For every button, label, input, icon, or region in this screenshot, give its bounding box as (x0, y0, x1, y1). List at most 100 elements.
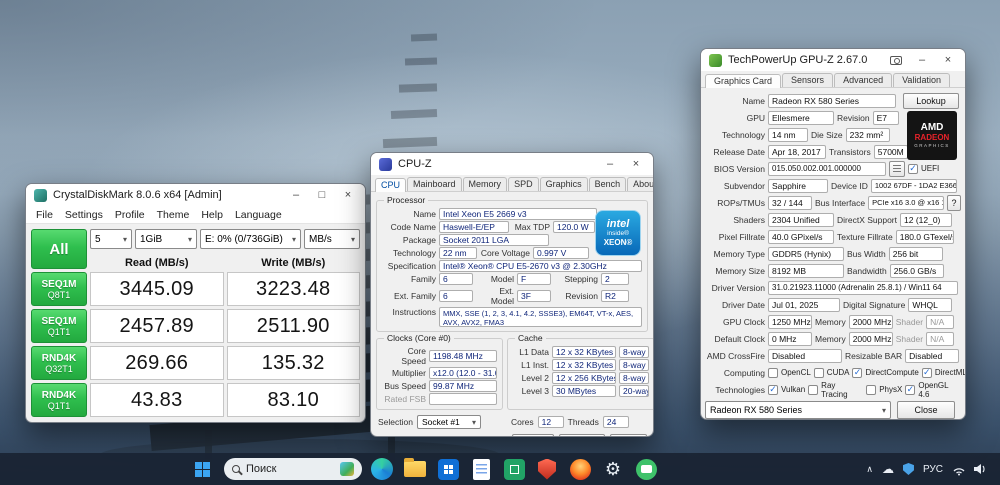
tab-bench[interactable]: Bench (588, 177, 627, 191)
tab-spd[interactable]: SPD (508, 177, 539, 191)
close-button[interactable]: Close (897, 401, 955, 419)
tab-graphics[interactable]: Graphics (539, 177, 588, 191)
tab-cpu[interactable]: CPU (375, 178, 407, 192)
l1-inst-value: 12 x 32 KBytes (552, 359, 616, 371)
directml-checkbox[interactable]: ✓ (921, 367, 932, 378)
chevron-down-icon: ▾ (350, 234, 355, 244)
rnd4k-q1t1-read: 43.83 (90, 383, 224, 417)
field-label: GPU Clock (722, 316, 765, 327)
field-label: Level 3 (521, 386, 549, 396)
field-label: DirectX Support (837, 214, 897, 225)
security-app-icon[interactable] (535, 457, 559, 481)
tools-button[interactable]: Tools ▾ (512, 433, 555, 436)
start-button[interactable] (188, 455, 216, 483)
default-shader-clock-value: N/A (926, 331, 955, 346)
onedrive-cloud-icon[interactable]: ☁ (882, 463, 894, 475)
field-label: Bus Speed (384, 381, 426, 391)
tab-mainboard[interactable]: Mainboard (407, 177, 462, 191)
menu-theme[interactable]: Theme (152, 208, 195, 222)
file-explorer-icon[interactable] (403, 457, 427, 481)
close-button[interactable]: × (623, 154, 649, 174)
tab-validation[interactable]: Validation (893, 73, 950, 87)
socket-selection-combo[interactable]: Socket #1 ▾ (416, 415, 481, 429)
physx-checkbox[interactable]: ✓ (866, 384, 877, 395)
test-size-combo[interactable]: 1GiB ▾ (135, 229, 197, 249)
cuda-checkbox[interactable]: ✓ (813, 367, 824, 378)
bios-save-icon[interactable] (889, 160, 905, 177)
test-count-combo[interactable]: 5 ▾ (90, 229, 132, 249)
tab-memory[interactable]: Memory (462, 177, 508, 191)
menu-language[interactable]: Language (230, 208, 287, 222)
document-app-icon[interactable] (469, 457, 493, 481)
settings-app-icon[interactable]: ⚙ (601, 457, 625, 481)
validate-button[interactable]: Validate (559, 433, 605, 436)
badge-inside: inside® (607, 230, 629, 237)
screenshot-camera-icon[interactable] (883, 50, 909, 70)
menu-settings[interactable]: Settings (60, 208, 108, 222)
transistors-value: 5700M (873, 144, 908, 159)
menu-profile[interactable]: Profile (110, 208, 150, 222)
menu-file[interactable]: File (31, 208, 58, 222)
menu-help[interactable]: Help (196, 208, 228, 222)
bus-interface-help-button[interactable]: ? (947, 194, 961, 211)
field-label: Stepping (564, 274, 598, 284)
target-drive-combo[interactable]: E: 0% (0/736GiB) ▾ (200, 229, 301, 249)
seq1m-q1t1-button[interactable]: SEQ1M Q1T1 (31, 309, 87, 343)
field-label: Max TDP (514, 222, 550, 232)
chevron-down-icon: ▾ (187, 234, 192, 244)
tray-overflow-chevron-icon[interactable]: ∧ (866, 464, 873, 475)
language-indicator[interactable]: РУС (923, 464, 943, 475)
field-label: Technology (721, 129, 765, 140)
rnd4k-q32t1-button[interactable]: RND4K Q32T1 (31, 346, 87, 380)
field-label: Ext. Family (393, 291, 436, 301)
tab-graphics-card[interactable]: Graphics Card (705, 74, 782, 88)
tray-shield-icon[interactable] (902, 463, 914, 475)
minimize-button[interactable]: – (909, 50, 935, 70)
seq1m-q1t1-read: 2457.89 (90, 309, 224, 343)
tab-sensors[interactable]: Sensors (782, 73, 834, 87)
minimize-button[interactable]: – (597, 154, 623, 174)
field-label: Shader (895, 333, 924, 344)
vulkan-checkbox[interactable]: ✓ (768, 384, 778, 395)
close-button[interactable]: Close (609, 433, 647, 436)
raytracing-checkbox[interactable]: ✓ (808, 384, 819, 395)
opengl-checkbox[interactable]: ✓ (905, 384, 916, 395)
tab-advanced[interactable]: Advanced (834, 73, 893, 87)
tab-about[interactable]: About (627, 177, 653, 191)
shaders-value: 2304 Unified (768, 212, 834, 227)
field-label: Name (742, 95, 765, 106)
multiplier-value: x12.0 (12.0 - 31.0) (429, 367, 497, 379)
all-test-button[interactable]: All (31, 229, 87, 269)
cdm-titlebar[interactable]: CrystalDiskMark 8.0.6 x64 [Admin] – □ × (26, 184, 365, 206)
close-button[interactable]: × (335, 185, 361, 205)
store-icon[interactable] (436, 457, 460, 481)
seq1m-q8t1-button[interactable]: SEQ1M Q8T1 (31, 272, 87, 306)
edge-browser-icon[interactable] (370, 457, 394, 481)
bios-version-value: 015.050.002.001.000000 (768, 161, 886, 176)
ext-family-value: 6 (439, 290, 473, 302)
socket-selection-value: Socket #1 (421, 417, 460, 427)
opencl-checkbox[interactable]: ✓ (768, 367, 778, 378)
field-label: Computing (723, 367, 765, 378)
directcompute-checkbox[interactable]: ✓ (852, 367, 863, 378)
lookup-button[interactable]: Lookup (903, 92, 959, 109)
gpu-select-combo[interactable]: Radeon RX 580 Series ▾ (705, 401, 891, 419)
unit-combo[interactable]: MB/s ▾ (304, 229, 360, 249)
uefi-checkbox[interactable]: ✓ (908, 163, 918, 174)
flame-app-icon[interactable] (568, 457, 592, 481)
gpuz-title: TechPowerUp GPU-Z 2.67.0 (728, 54, 868, 66)
l2-value: 12 x 256 KBytes (552, 372, 616, 384)
network-volume-icons[interactable] (952, 462, 988, 476)
close-button[interactable]: × (935, 50, 961, 70)
chevron-down-icon: ▾ (122, 234, 127, 244)
rnd4k-q1t1-button[interactable]: RND4K Q1T1 (31, 383, 87, 417)
minimize-button[interactable]: – (283, 185, 309, 205)
field-label: BIOS Version (713, 163, 765, 174)
chat-app-icon[interactable] (634, 457, 658, 481)
maximize-button[interactable]: □ (309, 185, 335, 205)
check-icon: ✓ (909, 163, 917, 173)
gpuz-titlebar[interactable]: TechPowerUp GPU-Z 2.67.0 – × (701, 49, 965, 71)
green-app-icon[interactable] (502, 457, 526, 481)
search-input[interactable]: Поиск (224, 458, 362, 480)
cpuz-titlebar[interactable]: CPU-Z – × (371, 153, 653, 175)
